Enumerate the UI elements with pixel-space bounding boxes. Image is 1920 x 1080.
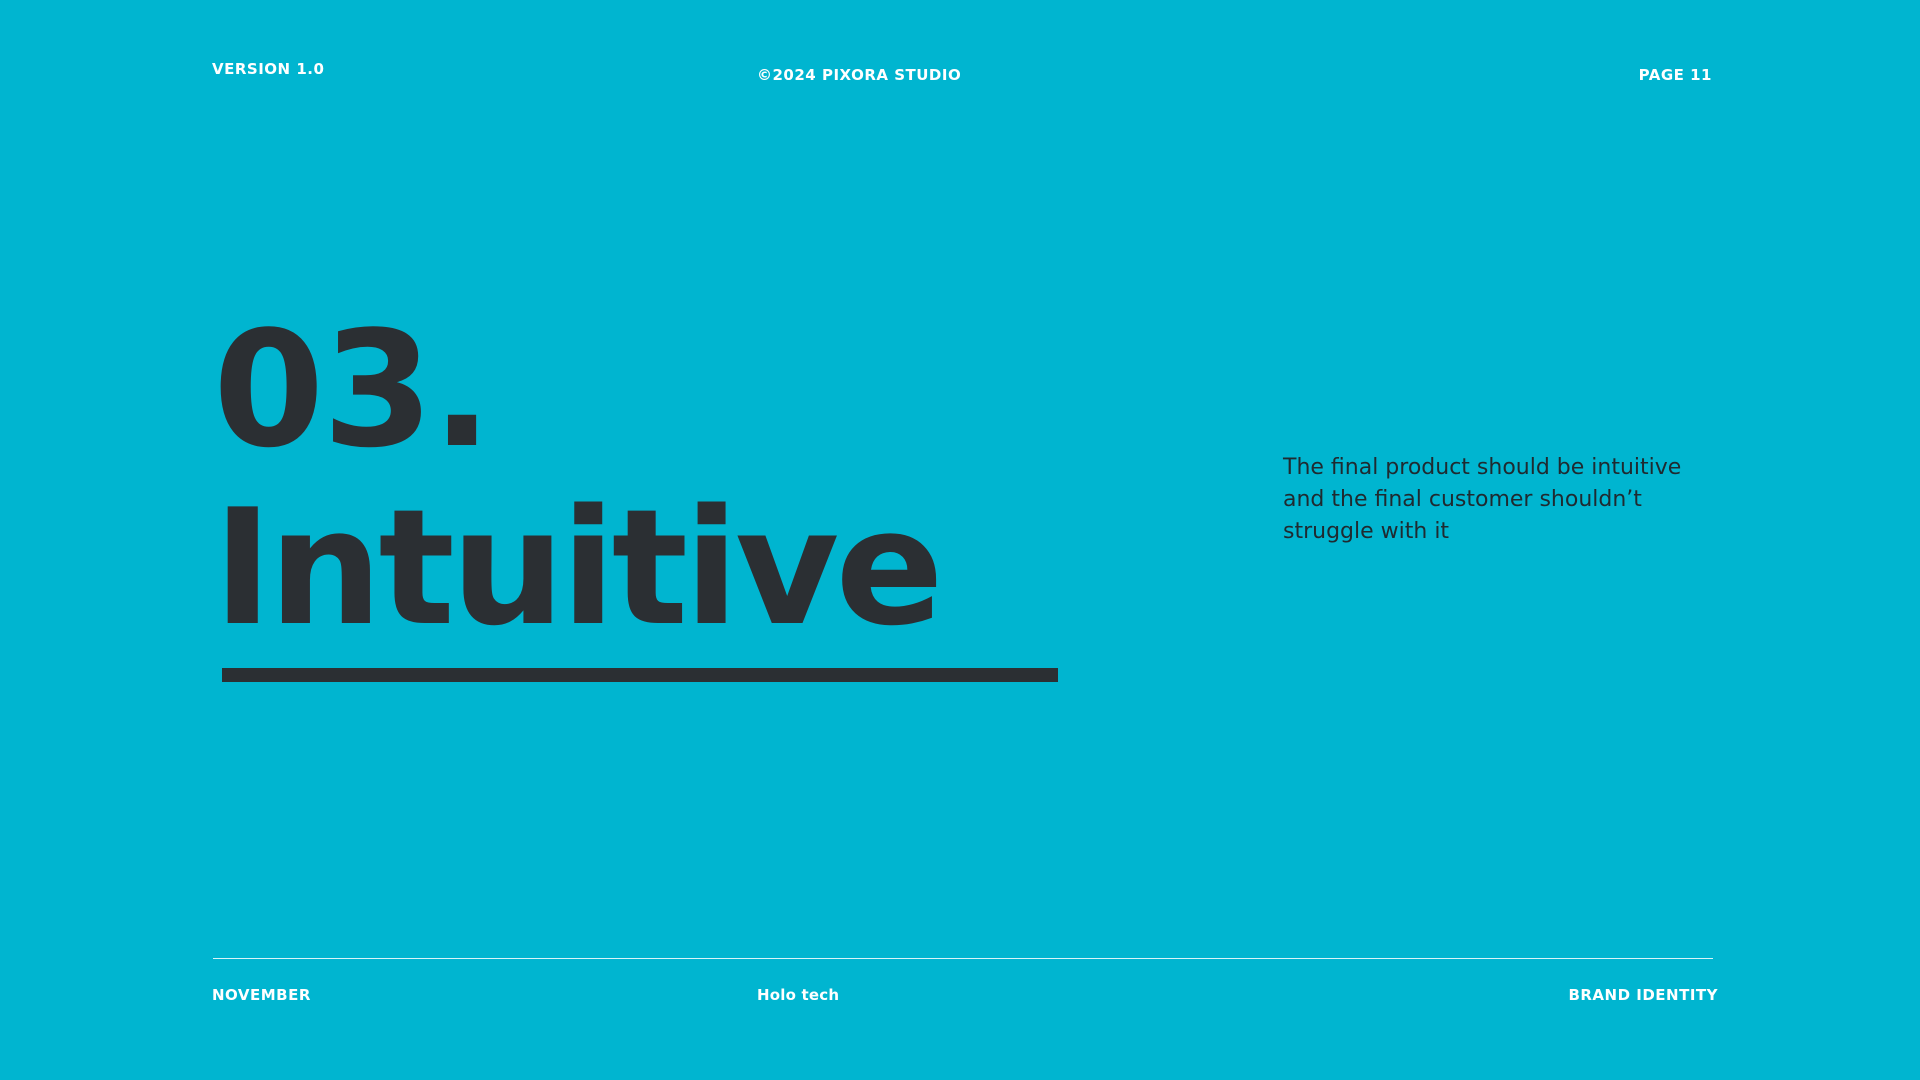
copyright-label: ©2024 PIXORA STUDIO: [757, 66, 962, 84]
page-number: PAGE 11: [1638, 66, 1712, 84]
footer-section-label: BRAND IDENTITY: [1568, 986, 1718, 1004]
title-underline: [222, 668, 1058, 682]
version-label: VERSION 1.0: [212, 60, 325, 78]
section-description: The final product should be intuitive an…: [1283, 455, 1682, 544]
footer-divider: [213, 958, 1713, 959]
section-title: Intuitive: [213, 474, 944, 661]
footer-month: NOVEMBER: [212, 986, 311, 1004]
section-number: 03.: [213, 296, 492, 483]
footer-client-name: Holo tech: [757, 986, 840, 1004]
